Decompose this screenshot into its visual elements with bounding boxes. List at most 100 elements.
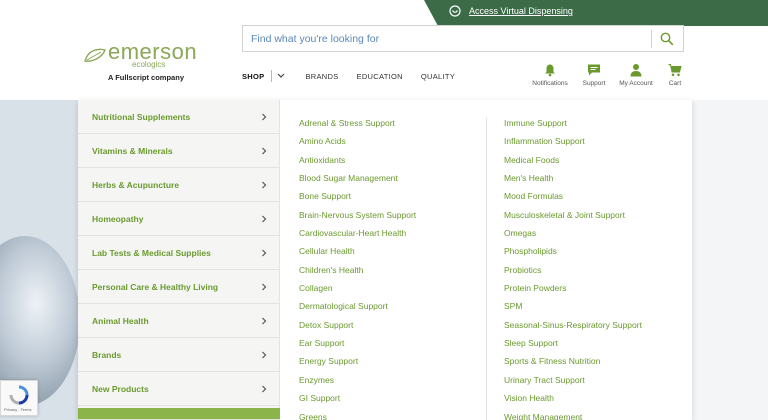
chevron-right-icon — [262, 283, 267, 290]
category-item-active[interactable] — [78, 408, 280, 420]
subcategory-link[interactable]: Protein Powders — [504, 282, 642, 300]
category-label: Homeopathy — [92, 213, 144, 224]
chevron-right-icon — [262, 215, 267, 222]
subcategory-link[interactable]: Brain-Nervous System Support — [299, 209, 416, 227]
notifications-button[interactable]: Notifications — [526, 63, 574, 87]
subcategory-link[interactable]: Men's Health — [504, 172, 642, 190]
subcategory-link[interactable]: Urinary Tract Support — [504, 374, 642, 392]
subcategory-link[interactable]: Dermatological Support — [299, 300, 416, 318]
subcategory-link[interactable]: Ear Support — [299, 337, 416, 355]
category-label: Brands — [92, 349, 122, 360]
category-item[interactable]: Herbs & Acupuncture — [78, 168, 280, 202]
category-label: Herbs & Acupuncture — [92, 179, 180, 190]
subcategory-link[interactable]: Medical Foods — [504, 154, 642, 172]
search-icon — [660, 32, 674, 46]
subcategory-link[interactable]: Detox Support — [299, 319, 416, 337]
category-item[interactable]: Brands — [78, 338, 280, 372]
recaptcha-badge[interactable]: Privacy - Terms — [0, 380, 38, 416]
recaptcha-text: Privacy - Terms — [4, 407, 32, 412]
bell-icon — [545, 64, 555, 77]
subcategory-link[interactable]: Mood Formulas — [504, 190, 642, 208]
subcategory-link[interactable]: Seasonal-Sinus-Respiratory Support — [504, 319, 642, 337]
nav-brands[interactable]: BRANDS — [305, 72, 338, 81]
header-actions: Notifications Support My Account Cart — [526, 63, 688, 87]
category-item[interactable]: Personal Care & Healthy Living — [78, 270, 280, 304]
account-label: My Account — [619, 80, 653, 87]
subcategory-link[interactable]: Weight Management — [504, 411, 642, 420]
chevron-right-icon — [262, 249, 267, 256]
nav-shop[interactable]: SHOP — [242, 72, 264, 81]
category-label: Animal Health — [92, 315, 149, 326]
chevron-right-icon — [262, 113, 267, 120]
subcategory-link[interactable]: Vision Health — [504, 392, 642, 410]
subcategory-link[interactable]: Probiotics — [504, 264, 642, 282]
hero-background-right — [692, 100, 768, 420]
cart-label: Cart — [668, 80, 682, 87]
chevron-right-icon — [262, 147, 267, 154]
subcategory-link[interactable]: Sleep Support — [504, 337, 642, 355]
user-icon — [630, 64, 642, 77]
emerson-logo[interactable]: emerson ecologics A Fullscript company — [84, 39, 204, 82]
search-bar — [242, 25, 684, 52]
chevron-right-icon — [262, 351, 267, 358]
subcategory-link[interactable]: GI Support — [299, 392, 416, 410]
category-item[interactable]: Lab Tests & Medical Supplies — [78, 236, 280, 270]
category-item[interactable]: New Products — [78, 372, 280, 406]
subcategory-link[interactable]: Enzymes — [299, 374, 416, 392]
subcategory-link[interactable]: Omegas — [504, 227, 642, 245]
chevron-down-icon[interactable] — [277, 73, 285, 79]
subcategory-link[interactable]: SPM — [504, 300, 642, 318]
virtual-dispensing-link[interactable]: Access Virtual Dispensing — [449, 5, 573, 17]
chevron-right-icon — [262, 385, 267, 392]
virtual-dispensing-label: Access Virtual Dispensing — [469, 6, 573, 16]
chevron-right-icon — [262, 181, 267, 188]
category-item[interactable]: Nutritional Supplements — [78, 100, 280, 134]
search-button[interactable] — [656, 30, 678, 48]
chat-icon — [588, 64, 600, 76]
subcategory-link[interactable]: Phospholipids — [504, 245, 642, 263]
category-item[interactable]: Vitamins & Minerals — [78, 134, 280, 168]
account-button[interactable]: My Account — [614, 63, 658, 87]
main-nav: SHOP BRANDS EDUCATION QUALITY — [242, 70, 473, 82]
subcategory-link[interactable]: Bone Support — [299, 190, 416, 208]
cart-button[interactable]: Cart — [662, 63, 688, 87]
category-label: New Products — [92, 383, 149, 394]
nav-quality[interactable]: QUALITY — [421, 72, 455, 81]
recaptcha-icon — [9, 385, 29, 405]
logo-brand-text: emerson — [108, 39, 198, 64]
subcategory-link[interactable]: Inflammation Support — [504, 135, 642, 153]
subcategory-link[interactable]: Cardiovascular-Heart Health — [299, 227, 416, 245]
subcategory-link[interactable]: Blood Sugar Management — [299, 172, 416, 190]
leaf-heart-icon — [449, 5, 461, 17]
search-input[interactable] — [251, 32, 641, 46]
leaf-logo-icon — [84, 48, 106, 62]
subcategory-link[interactable]: Immune Support — [504, 117, 642, 135]
category-item[interactable]: Homeopathy — [78, 202, 280, 236]
category-label: Nutritional Supplements — [92, 111, 191, 122]
subcategory-link[interactable]: Antioxidants — [299, 154, 416, 172]
subcategory-link[interactable]: Sports & Fitness Nutrition — [504, 355, 642, 373]
category-label: Vitamins & Minerals — [92, 145, 173, 156]
subcategory-link[interactable]: Musculoskeletal & Joint Support — [504, 209, 642, 227]
subcategory-link[interactable]: Cellular Health — [299, 245, 416, 263]
cart-icon — [668, 64, 682, 77]
chevron-right-icon — [262, 317, 267, 324]
nav-divider — [271, 70, 273, 82]
column-divider — [486, 118, 487, 420]
notifications-label: Notifications — [532, 80, 568, 87]
subcategory-column-1: Adrenal & Stress Support Amino Acids Ant… — [299, 117, 416, 420]
subcategory-link[interactable]: Collagen — [299, 282, 416, 300]
subcategory-column-2: Immune Support Inflammation Support Medi… — [504, 117, 642, 420]
subcategory-link[interactable]: Amino Acids — [299, 135, 416, 153]
category-list: Nutritional Supplements Vitamins & Miner… — [78, 100, 280, 420]
category-item[interactable]: Animal Health — [78, 304, 280, 338]
nav-education[interactable]: EDUCATION — [357, 72, 403, 81]
subcategory-link[interactable]: Adrenal & Stress Support — [299, 117, 416, 135]
subcategory-link[interactable]: Greens — [299, 411, 416, 420]
support-button[interactable]: Support — [578, 63, 610, 87]
search-divider — [651, 30, 652, 48]
subcategory-link[interactable]: Children's Health — [299, 264, 416, 282]
subcategory-link[interactable]: Energy Support — [299, 355, 416, 373]
support-label: Support — [582, 80, 606, 87]
category-label: Lab Tests & Medical Supplies — [92, 247, 211, 258]
